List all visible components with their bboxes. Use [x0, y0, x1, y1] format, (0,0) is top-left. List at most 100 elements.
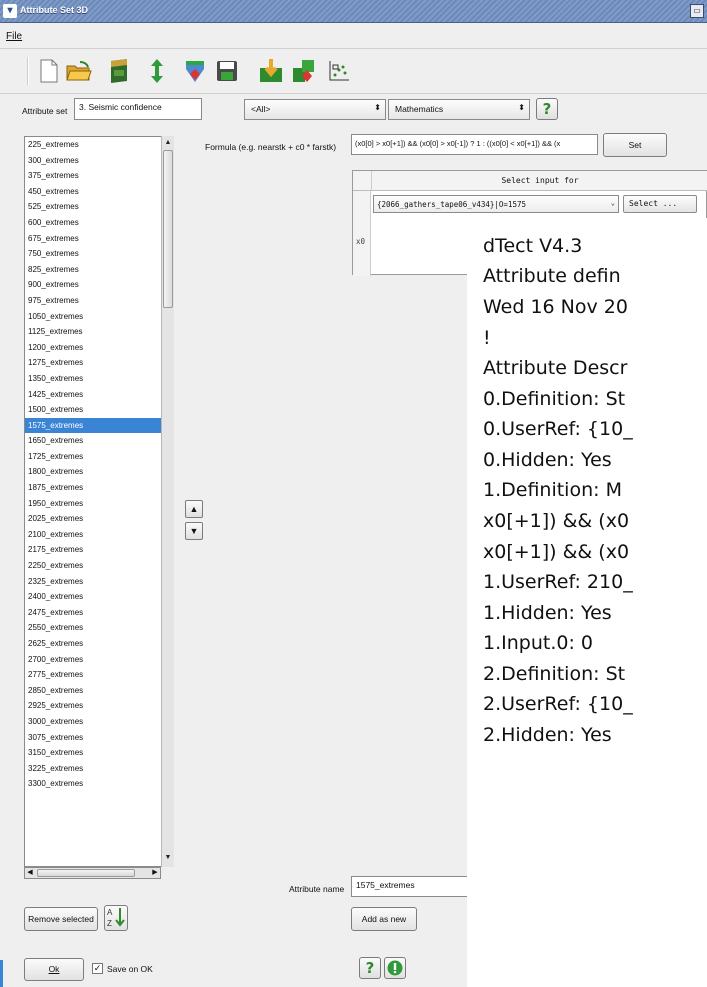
list-item[interactable]: 2775_extremes	[25, 667, 173, 683]
list-item[interactable]: 1200_extremes	[25, 340, 173, 356]
input-table-row-header	[353, 191, 371, 276]
formula-field[interactable]: (x0[0] > x0[+1]) && (x0[0] > x0[-1]) ? 1…	[351, 134, 598, 155]
overlay-line: x0[+1]) && (x0	[483, 510, 630, 532]
overlay-line: x0[+1]) && (x0	[483, 541, 630, 563]
list-item[interactable]: 300_extremes	[25, 153, 173, 169]
toolbar	[0, 49, 707, 94]
list-item[interactable]: 2100_extremes	[25, 527, 173, 543]
svg-text:A: A	[107, 908, 113, 917]
help-button[interactable]: ?	[536, 98, 558, 120]
list-item[interactable]: 2175_extremes	[25, 542, 173, 558]
save-on-ok-checkbox[interactable]: ✓	[92, 963, 103, 974]
move-up-button[interactable]: ▲	[185, 500, 203, 518]
list-item[interactable]: 1650_extremes	[25, 433, 173, 449]
list-item[interactable]: 600_extremes	[25, 215, 173, 231]
attribute-name-field[interactable]: 1575_extremes	[351, 876, 469, 897]
list-item[interactable]: 2700_extremes	[25, 652, 173, 668]
move-down-button[interactable]: ▼	[185, 522, 203, 540]
list-vertical-scrollbar[interactable]: ▲ ▼	[161, 136, 174, 867]
window-titlebar: ▾ Attribute Set 3D ▭	[0, 0, 707, 23]
list-item[interactable]: 2325_extremes	[25, 574, 173, 590]
attribute-list[interactable]: 225_extremes 300_extremes 375_extremes 450_…	[24, 136, 174, 867]
type-select[interactable]: Mathematics ⬍	[388, 99, 530, 120]
list-item[interactable]: 3000_extremes	[25, 714, 173, 730]
chevron-down-icon: ⌄	[610, 199, 615, 207]
input-select[interactable]: {2066_gathers_tape06_v434}|O=1575 ⌄	[373, 195, 619, 213]
filter-select[interactable]: <All> ⬍	[244, 99, 386, 120]
open-folder-icon[interactable]	[66, 57, 92, 85]
input-select-value: {2066_gathers_tape06_v434}|O=1575	[377, 200, 527, 209]
exclamation-icon	[387, 960, 403, 976]
sort-button[interactable]: AZ	[104, 905, 128, 931]
formula-label: Formula (e.g. nearstk + c0 * farstk)	[205, 142, 337, 152]
list-item[interactable]: 375_extremes	[25, 168, 173, 184]
list-item[interactable]: 1500_extremes	[25, 402, 173, 418]
scroll-thumb[interactable]	[163, 150, 173, 308]
hscroll-thumb[interactable]	[37, 869, 135, 877]
list-item[interactable]: 3150_extremes	[25, 745, 173, 761]
list-item[interactable]: 1425_extremes	[25, 387, 173, 403]
list-item[interactable]: 1125_extremes	[25, 324, 173, 340]
scroll-up-icon[interactable]: ▲	[163, 137, 173, 149]
stack-icon[interactable]	[291, 57, 317, 85]
bottom-help-button[interactable]: ?	[359, 957, 381, 979]
attribute-set-field[interactable]: 3. Seismic confidence	[74, 98, 202, 120]
save-on-ok-label: Save on OK	[107, 964, 153, 974]
toolbar-grip	[24, 57, 32, 85]
list-horizontal-scrollbar[interactable]: ◀ ▶	[24, 867, 161, 879]
set-button[interactable]: Set	[603, 133, 667, 157]
check-icon: ✓	[93, 963, 102, 973]
list-item[interactable]: 2550_extremes	[25, 620, 173, 636]
list-item[interactable]: 750_extremes	[25, 246, 173, 262]
minimize-icon[interactable]: ▭	[690, 4, 704, 18]
list-item[interactable]: 2025_extremes	[25, 511, 173, 527]
list-item[interactable]: 3225_extremes	[25, 761, 173, 777]
list-item[interactable]: 1950_extremes	[25, 496, 173, 512]
import-green-icon[interactable]	[258, 57, 284, 85]
list-item[interactable]: 975_extremes	[25, 293, 173, 309]
list-item[interactable]: 525_extremes	[25, 199, 173, 215]
list-item[interactable]: 1575_extremes	[25, 417, 173, 434]
list-item[interactable]: 2925_extremes	[25, 698, 173, 714]
new-file-icon[interactable]	[36, 57, 62, 85]
list-item[interactable]: 2850_extremes	[25, 683, 173, 699]
remove-selected-button[interactable]: Remove selected	[24, 907, 98, 931]
save-icon[interactable]	[214, 57, 240, 85]
sort-az-icon: AZ	[107, 908, 125, 928]
list-item[interactable]: 2625_extremes	[25, 636, 173, 652]
add-as-new-button[interactable]: Add as new	[351, 907, 417, 931]
list-item[interactable]: 1350_extremes	[25, 371, 173, 387]
crossplot-icon[interactable]	[326, 57, 352, 85]
svg-text:Z: Z	[107, 919, 112, 928]
list-item[interactable]: 1725_extremes	[25, 449, 173, 465]
attribute-set-label: Attribute set	[22, 106, 68, 116]
list-item[interactable]: 825_extremes	[25, 262, 173, 278]
input-row-label: x0	[356, 237, 366, 246]
ok-button[interactable]: Ok	[24, 958, 84, 981]
info-button[interactable]	[384, 957, 406, 979]
scroll-left-icon[interactable]: ◀	[25, 868, 35, 878]
list-item[interactable]: 2475_extremes	[25, 605, 173, 621]
menu-file[interactable]: File	[6, 31, 22, 42]
descriptor-icon[interactable]	[182, 57, 208, 85]
list-item[interactable]: 2400_extremes	[25, 589, 173, 605]
list-item[interactable]: 225_extremes	[25, 137, 173, 153]
scroll-down-icon[interactable]: ▼	[163, 852, 173, 864]
scroll-right-icon[interactable]: ▶	[150, 868, 160, 878]
list-item[interactable]: 675_extremes	[25, 231, 173, 247]
list-item[interactable]: 1875_extremes	[25, 480, 173, 496]
overlay-line: 1.Hidden: Yes	[483, 602, 612, 624]
list-item[interactable]: 3075_extremes	[25, 730, 173, 746]
list-item[interactable]: 3300_extremes	[25, 776, 173, 792]
reload-icon[interactable]	[144, 57, 170, 85]
list-item[interactable]: 1050_extremes	[25, 309, 173, 325]
list-item[interactable]: 900_extremes	[25, 277, 173, 293]
updown-arrow-icon: ⬍	[374, 103, 381, 112]
list-item[interactable]: 1800_extremes	[25, 464, 173, 480]
window-menu-icon[interactable]: ▾	[3, 4, 17, 18]
select-input-button[interactable]: Select ...	[623, 195, 697, 213]
list-item[interactable]: 1275_extremes	[25, 355, 173, 371]
list-item[interactable]: 450_extremes	[25, 184, 173, 200]
list-item[interactable]: 2250_extremes	[25, 558, 173, 574]
import-icon[interactable]	[106, 57, 132, 85]
